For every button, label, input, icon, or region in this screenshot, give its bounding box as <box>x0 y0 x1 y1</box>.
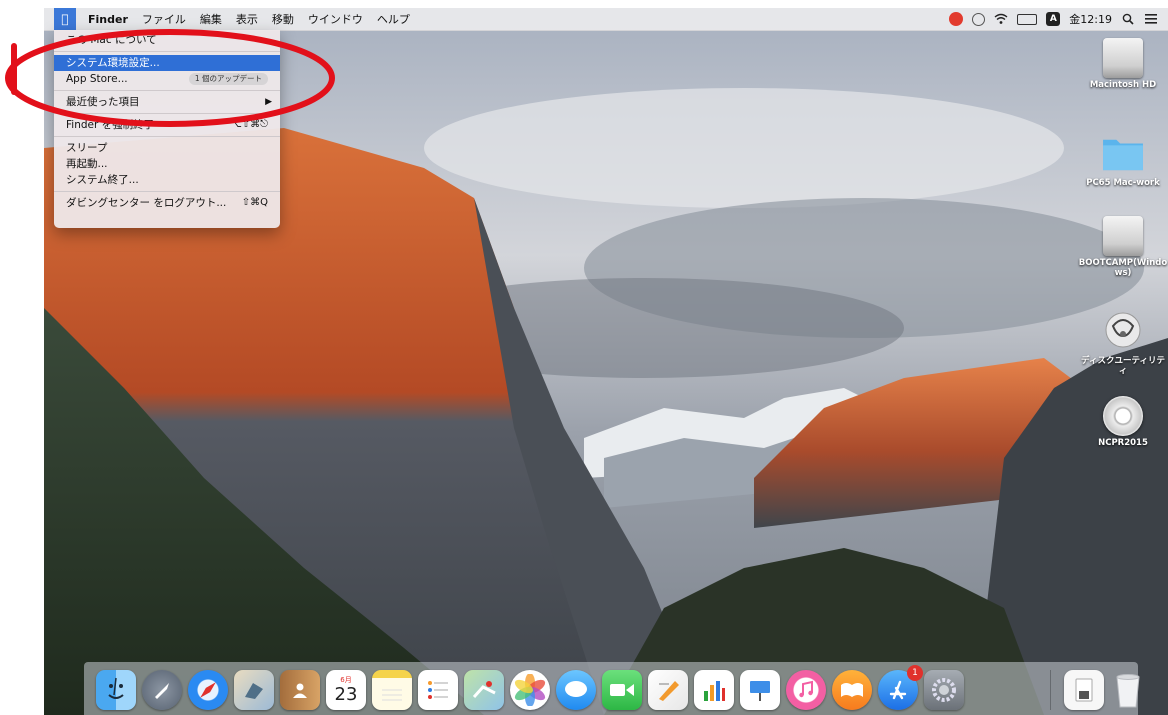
update-badge: 1 個のアップデート <box>188 73 268 85</box>
menu-app-store-label: App Store... <box>66 73 128 85</box>
logout-shortcut: ⇧⌘Q <box>241 197 268 208</box>
menu-separator <box>54 191 280 192</box>
messages-icon[interactable] <box>556 670 596 710</box>
menu-finder[interactable]: Finder <box>88 13 128 26</box>
desktop-icon-label-line2: ィ <box>1118 366 1128 376</box>
desktop-icon-ncpr2015[interactable]: NCPR2015 <box>1078 396 1168 448</box>
airplay-icon[interactable] <box>972 12 986 26</box>
desktop-icon-label: Macintosh HD <box>1089 80 1157 90</box>
disk-utility-icon <box>1105 312 1141 348</box>
ibooks-icon[interactable] <box>832 670 872 710</box>
trash-icon[interactable] <box>1108 670 1148 710</box>
safari-icon[interactable] <box>188 670 228 710</box>
battery-icon[interactable] <box>1017 13 1038 25</box>
wifi-icon[interactable] <box>994 12 1008 26</box>
list-icon[interactable] <box>1144 12 1158 26</box>
record-icon[interactable] <box>949 12 964 26</box>
app-store-badge: 1 <box>907 665 923 681</box>
menu-recent-items-label: 最近使った項目 <box>66 96 140 108</box>
numbers-icon[interactable] <box>694 670 734 710</box>
desktop-icon-label: PC65 Mac-work <box>1086 178 1160 188</box>
menu-help[interactable]: ヘルプ <box>377 11 410 27</box>
menu-about-this-mac[interactable]: この Mac について <box>54 32 280 48</box>
submenu-arrow-icon: ▶ <box>265 97 272 107</box>
menu-separator <box>54 90 280 91</box>
mail-photo-icon[interactable] <box>234 670 274 710</box>
notes-icon[interactable] <box>372 670 412 710</box>
hard-drive-icon <box>1103 38 1143 78</box>
folder-icon <box>1103 139 1143 171</box>
dvd-icon <box>1103 396 1143 436</box>
menu-recent-items[interactable]: 最近使った項目 ▶ <box>54 94 280 110</box>
menu-separator <box>54 136 280 137</box>
dock: 6月 23 1 <box>84 662 1140 715</box>
desktop-screen:  Finder ファイル 編集 表示 移動 ウインドウ ヘルプ A 金12:1… <box>44 8 1168 715</box>
desktop-icon-pc65-folder[interactable]: PC65 Mac-work <box>1078 134 1168 188</box>
dock-separator <box>1050 670 1051 710</box>
app-store-icon[interactable]: 1 <box>878 665 923 710</box>
menu-restart[interactable]: 再起動... <box>54 156 280 172</box>
input-a-icon[interactable]: A <box>1046 12 1061 26</box>
keynote-icon[interactable] <box>740 670 780 710</box>
reminders-icon[interactable] <box>418 670 458 710</box>
calendar-day: 23 <box>334 683 358 705</box>
maps-icon[interactable] <box>464 670 504 710</box>
menu-logout[interactable]: ダビングセンター をログアウト... ⇧⌘Q <box>54 195 280 211</box>
menu-file[interactable]: ファイル <box>142 11 186 27</box>
finder-icon[interactable] <box>96 670 136 710</box>
menu-edit[interactable]: 編集 <box>200 11 222 27</box>
pages-icon[interactable] <box>648 670 688 710</box>
documents-stack-icon[interactable] <box>1064 670 1104 710</box>
menu-separator <box>54 51 280 52</box>
hard-drive-icon <box>1103 216 1143 256</box>
desktop-icon-bootcamp[interactable]: BOOTCAMP(Windo ws) <box>1078 216 1168 278</box>
desktop-icon-macintosh-hd[interactable]: Macintosh HD <box>1078 38 1168 90</box>
contacts-icon[interactable] <box>280 670 320 710</box>
search-icon[interactable] <box>1121 12 1135 26</box>
apple-menu: この Mac について システム環境設定... App Store... 1 個… <box>54 30 280 228</box>
menu-window[interactable]: ウインドウ <box>308 11 363 27</box>
desktop-icon-label-line2: ws) <box>1114 268 1132 278</box>
menu-force-quit-label: Finder を強制終了 <box>66 119 155 131</box>
clock[interactable]: 金12:19 <box>1069 11 1112 27</box>
desktop-icon-disk-utility[interactable]: ディスクユーティリテ ィ <box>1078 310 1168 376</box>
itunes-icon[interactable] <box>786 670 826 710</box>
desktop-icon-label: ディスクユーティリテ <box>1081 356 1165 366</box>
menu-sleep[interactable]: スリープ <box>54 140 280 156</box>
facetime-icon[interactable] <box>602 670 642 710</box>
launchpad-icon[interactable] <box>142 670 182 710</box>
menu-go[interactable]: 移動 <box>272 11 294 27</box>
menu-separator <box>54 113 280 114</box>
menu-system-preferences[interactable]: システム環境設定... <box>54 55 280 71</box>
status-area: A 金12:19 <box>949 8 1168 30</box>
apple-icon[interactable]:  <box>54 8 76 30</box>
calendar-icon[interactable]: 6月 23 <box>326 670 366 710</box>
menu-logout-label: ダビングセンター をログアウト... <box>66 197 227 209</box>
menu-app-store[interactable]: App Store... 1 個のアップデート <box>54 71 280 87</box>
menu-shutdown[interactable]: システム終了... <box>54 172 280 188</box>
system-preferences-icon[interactable] <box>924 670 964 710</box>
desktop-icon-label: NCPR2015 <box>1098 438 1148 448</box>
menu-view[interactable]: 表示 <box>236 11 258 27</box>
force-quit-shortcut: ⌥⇧⌘⎋ <box>230 119 268 130</box>
menu-bar:  Finder ファイル 編集 表示 移動 ウインドウ ヘルプ A 金12:1… <box>44 8 1168 31</box>
desktop-icon-label: BOOTCAMP(Windo <box>1078 258 1168 268</box>
photos-icon[interactable] <box>510 670 550 710</box>
menu-force-quit[interactable]: Finder を強制終了 ⌥⇧⌘⎋ <box>54 117 280 133</box>
